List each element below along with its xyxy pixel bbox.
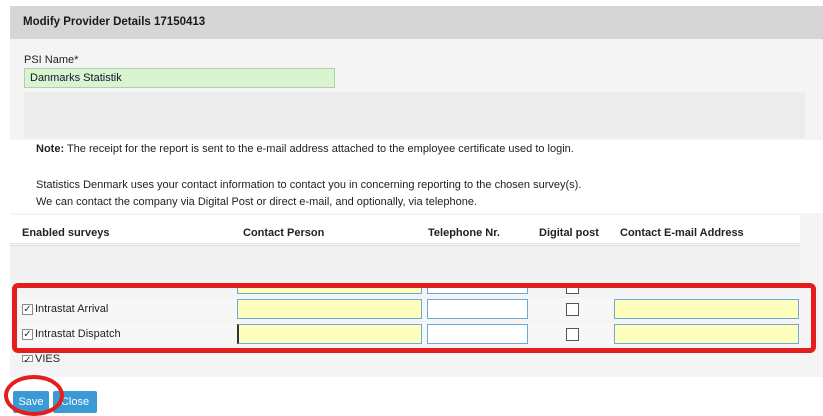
enabled-checkbox[interactable]: ✓ — [22, 355, 33, 366]
table-spacer-row — [10, 245, 800, 280]
header-telephone: Telephone Nr. — [428, 227, 500, 239]
dialog-title: Modify Provider Details 17150413 — [10, 6, 823, 39]
header-enabled-surveys: Enabled surveys — [22, 227, 110, 239]
psi-name-input[interactable]: Danmarks Statistik — [24, 68, 335, 88]
info-line-2: We can contact the company via Digital P… — [36, 196, 478, 208]
header-contact-person: Contact Person — [243, 227, 325, 239]
note-bold: Note: — [36, 143, 65, 155]
note-body: The receipt for the report is sent to th… — [64, 143, 574, 155]
highlight-rectangle — [12, 283, 816, 353]
header-digital-post: Digital post — [539, 227, 599, 239]
header-contact-email: Contact E-mail Address — [620, 227, 744, 239]
highlight-circle — [4, 375, 64, 416]
note-text: Note: The receipt for the report is sent… — [36, 143, 574, 155]
info-panel — [24, 92, 805, 138]
survey-label: VIES — [35, 353, 61, 362]
info-line-1: Statistics Denmark uses your contact inf… — [36, 179, 582, 191]
psi-name-label: PSI Name* — [24, 54, 79, 66]
